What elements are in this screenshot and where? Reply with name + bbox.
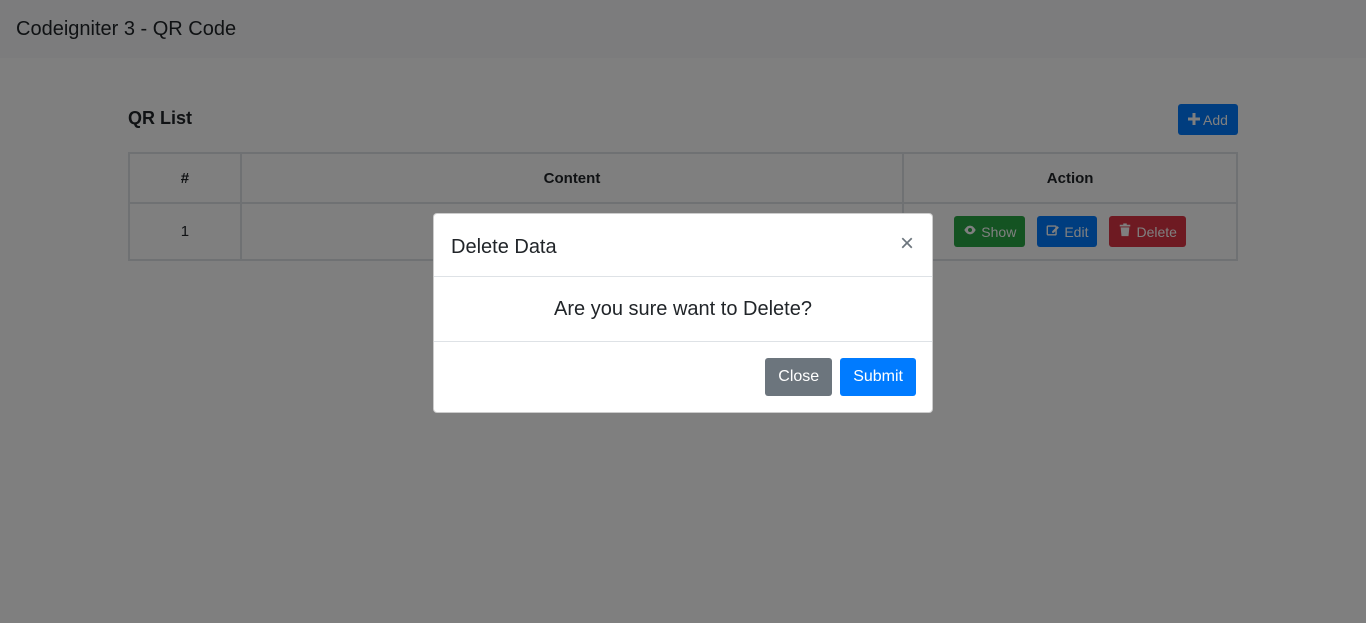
close-button[interactable]: Close [765, 358, 833, 396]
modal-body: Are you sure want to Delete? [434, 277, 932, 342]
modal-header: Delete Data × [434, 214, 932, 277]
modal-title: Delete Data [451, 236, 557, 258]
modal-footer: Close Submit [434, 342, 932, 412]
modal-message: Are you sure want to Delete? [554, 297, 812, 320]
submit-button[interactable]: Submit [840, 358, 916, 396]
page: Codeigniter 3 - QR Code QR List Add # Co… [0, 0, 1366, 623]
delete-modal: Delete Data × Are you sure want to Delet… [433, 213, 933, 413]
close-icon[interactable]: × [898, 232, 916, 256]
